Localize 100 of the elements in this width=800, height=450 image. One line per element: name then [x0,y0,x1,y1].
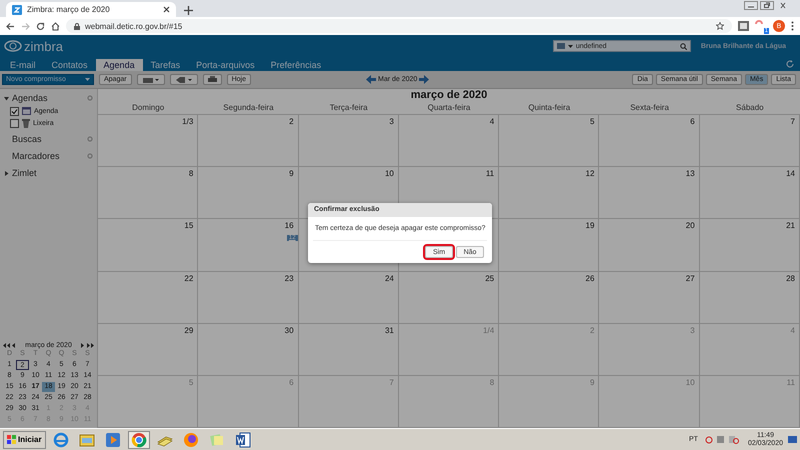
nav-tab[interactable]: E-mail [2,59,44,71]
day-cell[interactable]: 30 [198,324,299,376]
day-number: 11 [486,169,494,178]
nav-tab[interactable]: Contatos [44,59,96,71]
print-button[interactable] [202,74,222,85]
flag-icon [7,435,16,444]
search-icon[interactable] [680,42,687,50]
day-cell[interactable]: 13 [599,167,700,220]
day-cell[interactable]: 19 [499,219,600,272]
printer-icon [208,76,217,84]
day-number: 1/4 [483,326,494,335]
browser-tab[interactable]: Zimbra: março de 2020 [6,2,176,17]
day-cell[interactable]: 21 [700,219,800,272]
day-number: 10 [384,169,394,178]
day-number: 30 [284,326,294,335]
day-number: 21 [786,221,795,230]
start-button[interactable]: Iniciar [3,430,46,448]
basket-icon [142,76,160,84]
trash-icon [22,118,30,128]
day-cell[interactable]: 14 [700,167,800,220]
back-icon[interactable] [6,22,15,30]
day-number: 7 [790,117,795,126]
day-cell[interactable]: 28 [700,272,800,324]
day-cell[interactable]: 23 [198,272,299,324]
ring-icon [130,432,147,448]
close-icon[interactable] [163,6,170,13]
day-cell[interactable]: 24 [298,272,399,324]
month-title: março de 2020 [410,89,488,101]
day-cell[interactable]: 1/3 [98,115,198,168]
day-cell[interactable]: 6 [599,115,700,168]
day-number: 4 [790,326,795,335]
day-number: 3 [389,117,394,126]
day-cell[interactable]: 12 [499,167,600,220]
day-cell[interactable]: 26 [499,272,600,324]
reload-icon[interactable] [36,22,45,30]
expand-icon[interactable] [4,170,9,176]
section-label[interactable]: Agendas [12,93,84,103]
weekday-header: Domingo [131,102,166,114]
checkbox[interactable] [10,106,19,116]
day-cell[interactable]: 3 [298,115,399,168]
checkbox[interactable] [10,118,19,128]
day-cell[interactable]: 7 [700,115,800,168]
day-cell[interactable]: 4 [398,115,500,168]
extension-icon[interactable] [738,21,749,31]
calendar-icon [556,43,565,49]
section-label[interactable]: Buscas [12,134,84,144]
day-number: 19 [586,221,594,230]
day-cell[interactable]: 20 [599,219,700,272]
minimize-icon[interactable] [744,1,758,10]
day-cell[interactable]: 31 [298,324,399,376]
nav-tab[interactable]: Preferências [262,59,330,71]
day-cell[interactable]: 9 [198,167,299,220]
taskbar-app[interactable] [128,430,150,448]
section-label[interactable]: Marcadores [12,151,84,161]
day-number: 23 [284,274,294,282]
nav-tab[interactable]: Tarefas [142,59,188,71]
notes-icon [208,432,225,448]
day-cell[interactable]: 8 [98,167,198,220]
day-cell[interactable]: 27 [599,272,700,324]
day-cell[interactable]: 2 [198,115,299,168]
tag-menu-button[interactable] [170,74,198,85]
day-number: 6 [289,378,294,387]
folder-icon [78,432,95,448]
weekday-header: Segunda-feira [222,102,275,114]
caret-icon [568,44,573,48]
logo-icon [4,40,22,52]
collapse-icon[interactable] [4,96,9,100]
lock-icon [74,22,80,30]
weekday-header: Quinta-feira [527,102,572,114]
day-number: 2 [289,117,294,126]
star-icon[interactable] [716,22,724,30]
previous-year-icon[interactable] [3,343,10,348]
day-cell[interactable]: 15 [98,219,198,272]
nav-tab[interactable]: Porta-arquivos [188,59,263,71]
day-number: 13 [686,169,695,178]
previous-icon[interactable] [366,75,376,84]
previous-month-icon[interactable] [12,343,16,348]
home-icon[interactable] [51,22,60,30]
day-cell[interactable]: 5 [499,115,600,168]
day-number: 9 [590,378,594,387]
day-cell[interactable]: 22 [98,272,198,324]
menu-icon[interactable] [791,21,794,31]
nav-tab[interactable]: Agenda [96,59,143,71]
section-label[interactable]: Zimlet [12,168,93,178]
next-month-icon[interactable] [81,343,85,348]
day-number: 24 [384,274,394,282]
address-bar[interactable]: webmail.detic.ro.gov.br/#15 [66,19,732,33]
refresh-icon[interactable] [786,60,794,68]
next-year-icon[interactable] [87,343,94,348]
day-number: 1/3 [182,117,194,126]
day-cell[interactable]: 25 [398,272,500,324]
day-number: 11 [786,378,795,387]
day-number: 5 [188,378,194,387]
next-icon[interactable] [419,75,430,84]
restore-icon[interactable] [760,1,774,10]
day-number: 6 [690,117,695,126]
print-menu-button[interactable] [136,74,165,85]
new-tab-icon[interactable] [184,6,193,15]
day-cell[interactable]: 29 [98,324,198,376]
day-number: 29 [184,326,194,335]
